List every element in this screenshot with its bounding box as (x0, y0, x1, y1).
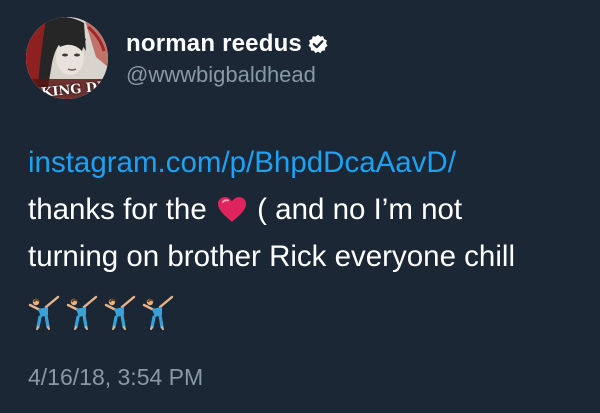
author-handle[interactable]: @wwwbigbaldhead (126, 62, 316, 88)
tweet-line-2: turning on brother Rick everyone chill (28, 240, 515, 273)
tweet-card: LKING DE norman reedus @wwwbigbaldhead i… (0, 0, 600, 413)
avatar[interactable]: LKING DE (26, 17, 108, 99)
red-heart-icon (217, 197, 246, 222)
display-name[interactable]: norman reedus (126, 30, 302, 58)
emoji-row (26, 293, 176, 331)
tweet-line-1-start: thanks for the (28, 193, 207, 226)
tweet-timestamp[interactable]: 4/16/18, 3:54 PM (28, 364, 203, 391)
cartwheel-icon (28, 295, 60, 330)
tweet-line-1-end: ( and no I’m not (257, 193, 463, 226)
cartwheel-icon (142, 295, 174, 330)
author-name-row: norman reedus (126, 30, 328, 58)
verified-check-icon (308, 34, 328, 54)
cartwheel-icon (66, 295, 98, 330)
tweet-line-1: thanks for the ( and no I’m not (28, 186, 588, 233)
tweet-body: instagram.com/p/BhpdDcaAavD/ thanks for … (28, 139, 588, 280)
instagram-link[interactable]: instagram.com/p/BhpdDcaAavD/ (28, 139, 588, 186)
cartwheel-icon (104, 295, 136, 330)
